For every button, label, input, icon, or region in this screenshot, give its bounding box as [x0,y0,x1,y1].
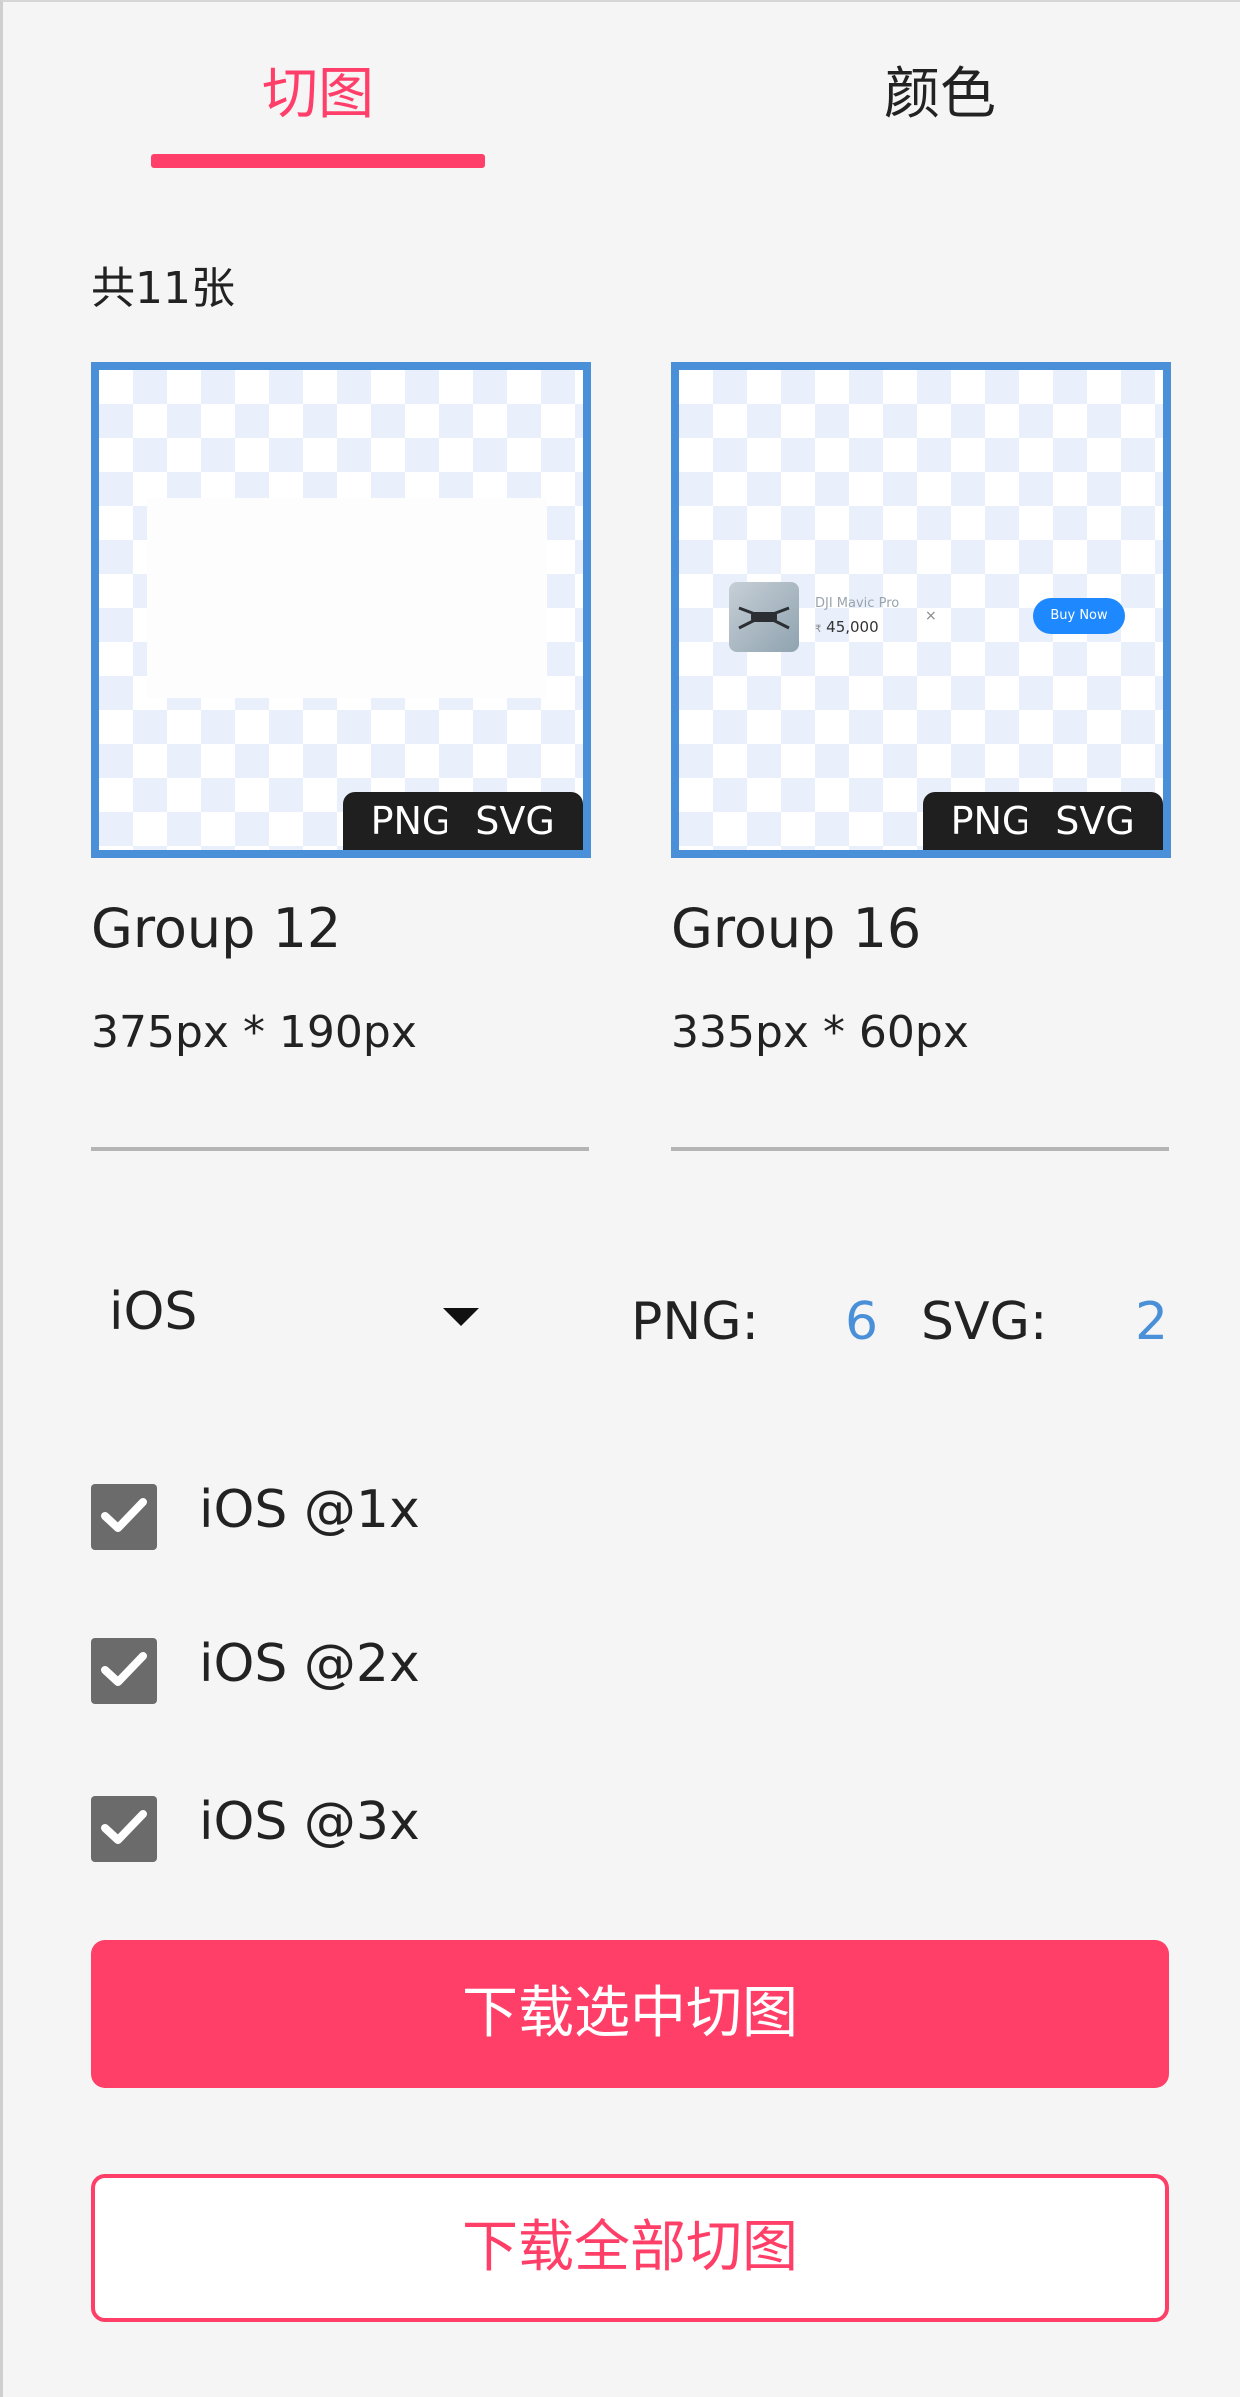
svg-format-badge[interactable]: SVG [447,792,583,850]
preview-product-price: ₹ 45,000 [815,618,879,636]
checkbox-checked[interactable] [91,1638,157,1704]
scale-option-label: iOS @3x [199,1792,420,1852]
asset-name: Group 16 [671,897,922,960]
svg-count-label: SVG: [921,1292,1048,1352]
divider [91,1147,589,1151]
check-icon [101,1810,147,1844]
preview-product-name: DJI Mavic Pro [815,596,900,611]
drone-icon [738,606,790,630]
preview-price-value: 45,000 [826,618,879,636]
platform-select[interactable]: iOS [91,1272,491,1362]
scale-option-label: iOS @2x [199,1634,420,1694]
caret-down-icon [443,1308,479,1326]
asset-preview-image [147,498,547,698]
svg-format-badge[interactable]: SVG [1027,792,1163,850]
check-icon [101,1498,147,1532]
png-count-value: 6 [845,1292,879,1352]
checkbox-checked[interactable] [91,1796,157,1862]
asset-card-group-16[interactable]: DJI Mavic Pro ₹ 45,000 × Buy Now PNG SVG [671,362,1171,858]
slice-count: 共11张 [91,263,235,314]
drone-thumbnail [729,582,799,652]
asset-name: Group 12 [91,897,342,960]
checkbox-checked[interactable] [91,1484,157,1550]
preview-buy-button: Buy Now [1033,598,1125,634]
close-icon: × [925,608,937,624]
scale-option-3x[interactable]: iOS @3x [91,1792,691,1866]
asset-card-group-12[interactable]: PNG SVG [91,362,591,858]
scale-option-1x[interactable]: iOS @1x [91,1480,691,1554]
slice-panel: 切图 颜色 共11张 PNG SVG DJI Mavic Pro ₹ 45,00… [0,0,1240,2397]
asset-dimensions: 335px * 60px [671,1007,969,1058]
png-count-label: PNG: [631,1292,760,1352]
svg-count-value: 2 [1135,1292,1169,1352]
scale-option-label: iOS @1x [199,1480,420,1540]
check-icon [101,1652,147,1686]
active-tab-indicator [151,154,485,168]
tab-colors[interactable]: 颜色 [773,50,1107,140]
download-all-button[interactable]: 下载全部切图 [91,2174,1169,2322]
scale-option-2x[interactable]: iOS @2x [91,1634,691,1708]
tab-slices[interactable]: 切图 [151,50,485,140]
divider [671,1147,1169,1151]
platform-selected-value: iOS [109,1282,198,1342]
asset-dimensions: 375px * 190px [91,1007,417,1058]
download-selected-button[interactable]: 下载选中切图 [91,1940,1169,2088]
